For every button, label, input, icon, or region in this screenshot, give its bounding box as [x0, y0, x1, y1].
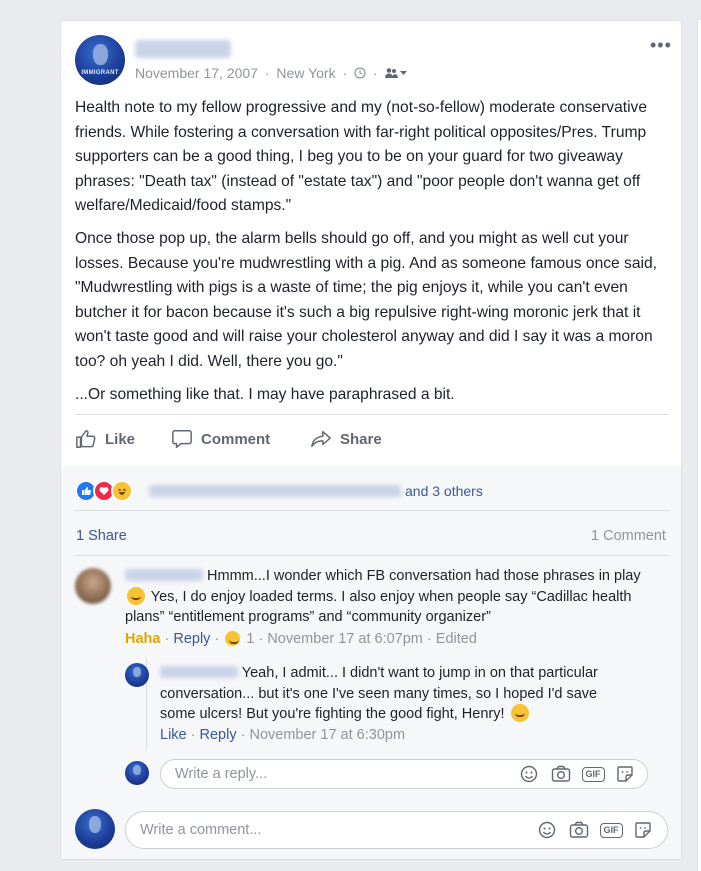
camera-icon[interactable] — [569, 820, 589, 840]
reactions-summary[interactable]: and 3 others — [75, 480, 483, 502]
comment-1-react-count[interactable]: 1 — [246, 631, 254, 647]
replier-avatar[interactable] — [125, 663, 149, 687]
reply-1-time[interactable]: November 17 at 6:30pm — [249, 727, 405, 743]
replier-name-redacted[interactable] — [160, 666, 238, 678]
comment-1-reply-link[interactable]: Reply — [173, 631, 210, 647]
comment-count[interactable]: 1 Comment — [591, 528, 666, 544]
post-paragraph-2: Once those pop up, the alarm bells shoul… — [75, 229, 657, 370]
audience-friends-icon[interactable] — [384, 65, 408, 81]
comment-1-text-b: Yes, I do enjoy loaded terms. I also enj… — [125, 588, 632, 626]
reply-input-box[interactable]: GIF — [160, 759, 648, 789]
camera-icon[interactable] — [551, 764, 571, 784]
gif-icon[interactable]: GIF — [581, 764, 605, 784]
reply-1: Yeah, I admit... I didn't want to jump i… — [160, 663, 630, 725]
like-button[interactable]: Like — [75, 428, 135, 450]
comment-input-box[interactable]: GIF — [125, 811, 668, 849]
comment-1-edited[interactable]: Edited — [436, 631, 477, 647]
comment-1-time[interactable]: November 17 at 6:07pm — [267, 631, 423, 647]
emoji-icon[interactable] — [519, 764, 539, 784]
post-location[interactable]: New York — [276, 65, 335, 81]
reply-1-meta: Like · Reply · November 17 at 6:30pm — [160, 727, 406, 743]
comment-1-meta: Haha · Reply · 1 · November 17 at 6:07pm… — [125, 631, 477, 647]
sticker-icon[interactable] — [615, 764, 635, 784]
like-label: Like — [105, 430, 136, 448]
post-body: Health note to my fellow progressive and… — [75, 96, 671, 415]
own-avatar-small — [125, 761, 149, 785]
haha-reaction-icon — [111, 480, 133, 502]
smile-emoji-icon — [510, 704, 529, 722]
adjacent-panel-edge — [697, 20, 701, 871]
share-count[interactable]: 1 Share — [76, 528, 127, 544]
comment-input[interactable] — [126, 821, 537, 839]
smile-emoji-icon — [127, 586, 145, 605]
reactor-names-redacted[interactable] — [149, 485, 401, 497]
comment-1-text-a: Hmmm...I wonder which FB conversation ha… — [207, 568, 641, 584]
share-button[interactable]: Share — [310, 428, 382, 450]
post-paragraph-1: Health note to my fellow progressive and… — [75, 99, 648, 215]
comment-1: Hmmm...I wonder which FB conversation ha… — [125, 566, 645, 628]
author-name-redacted[interactable] — [135, 40, 231, 63]
haha-count-icon[interactable] — [225, 631, 241, 646]
post-date[interactable]: November 17, 2007 — [135, 65, 258, 81]
divider — [75, 555, 669, 556]
thumbs-up-icon — [76, 430, 96, 448]
divider — [75, 510, 669, 511]
own-avatar — [75, 809, 115, 849]
reply-1-reply-link[interactable]: Reply — [200, 727, 237, 743]
clock-icon — [354, 65, 370, 81]
commenter-avatar[interactable] — [75, 568, 111, 604]
emoji-icon[interactable] — [537, 820, 557, 840]
post-paragraph-3: ...Or something like that. I may have pa… — [75, 385, 455, 403]
divider — [75, 414, 669, 415]
reply-1-like-link[interactable]: Like — [160, 727, 187, 743]
haha-reacted-button[interactable]: Haha — [125, 631, 160, 647]
avatar-watermark: IMMIGRANT — [81, 70, 119, 76]
speech-bubble-icon — [172, 430, 192, 448]
more-options-icon[interactable]: ••• — [650, 35, 672, 56]
commenter-name-redacted[interactable] — [125, 569, 203, 581]
sticker-icon[interactable] — [633, 820, 653, 840]
author-avatar[interactable]: IMMIGRANT — [75, 35, 125, 85]
comment-label: Comment — [201, 430, 271, 448]
share-arrow-icon — [311, 430, 331, 448]
share-label: Share — [340, 430, 382, 448]
reactors-others-link[interactable]: and 3 others — [405, 483, 483, 499]
comment-button[interactable]: Comment — [171, 428, 270, 450]
gif-icon[interactable]: GIF — [599, 820, 623, 840]
post-meta: November 17, 2007 · New York · · — [135, 65, 408, 81]
reply-input[interactable] — [161, 765, 519, 783]
